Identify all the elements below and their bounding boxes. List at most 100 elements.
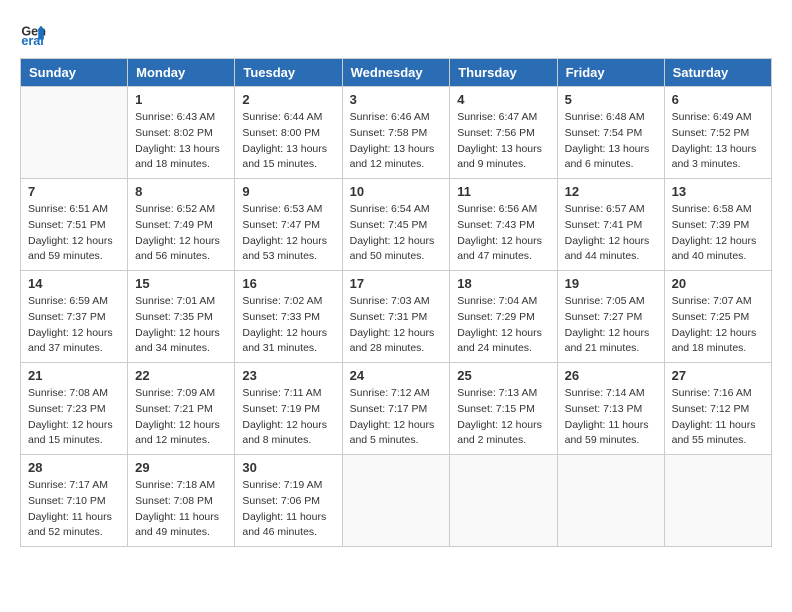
calendar-cell	[21, 87, 128, 179]
calendar-cell: 16Sunrise: 7:02 AM Sunset: 7:33 PM Dayli…	[235, 271, 342, 363]
calendar-cell: 23 Sunrise: 7:11 AM Sunset: 7:19 PM Dayli…	[235, 363, 342, 455]
calendar-cell: 10Sunrise: 6:54 AM Sunset: 7:45 PM Dayli…	[342, 179, 450, 271]
day-info: Sunrise: 7:14 AM Sunset: 7:13 PM Dayligh…	[565, 386, 657, 449]
calendar-week-row: 21 Sunrise: 7:08 AM Sunset: 7:23 PM Dayli…	[21, 363, 772, 455]
day-info: Sunrise: 6:53 AM Sunset: 7:47 PM Dayligh…	[242, 202, 334, 265]
calendar-cell: 20Sunrise: 7:07 AM Sunset: 7:25 PM Dayli…	[664, 271, 771, 363]
calendar-cell: 22 Sunrise: 7:09 AM Sunset: 7:21 PM Dayli…	[128, 363, 235, 455]
calendar-cell: 2 Sunrise: 6:44 AM Sunset: 8:00 PM Daylig…	[235, 87, 342, 179]
calendar-cell: 29 Sunrise: 7:18 AM Sunset: 7:08 PM Dayli…	[128, 455, 235, 547]
day-info: Sunrise: 7:03 AM Sunset: 7:31 PM Dayligh…	[350, 294, 443, 357]
day-number: 17	[350, 276, 443, 291]
day-number: 20	[672, 276, 764, 291]
day-info: Sunrise: 6:51 AM Sunset: 7:51 PM Dayligh…	[28, 202, 120, 265]
column-header-friday: Friday	[557, 59, 664, 87]
day-number: 5	[565, 92, 657, 107]
day-number: 12	[565, 184, 657, 199]
calendar-week-row: 14 Sunrise: 6:59 AM Sunset: 7:37 PM Dayli…	[21, 271, 772, 363]
logo-icon: Gen eral	[20, 20, 48, 48]
calendar-cell: 9 Sunrise: 6:53 AM Sunset: 7:47 PM Daylig…	[235, 179, 342, 271]
calendar-cell: 5 Sunrise: 6:48 AM Sunset: 7:54 PM Daylig…	[557, 87, 664, 179]
day-info: Sunrise: 6:57 AM Sunset: 7:41 PM Dayligh…	[565, 202, 657, 265]
calendar-cell: 12 Sunrise: 6:57 AM Sunset: 7:41 PM Dayli…	[557, 179, 664, 271]
day-number: 2	[242, 92, 334, 107]
day-info: Sunrise: 7:09 AM Sunset: 7:21 PM Dayligh…	[135, 386, 227, 449]
day-number: 3	[350, 92, 443, 107]
calendar-cell: 6 Sunrise: 6:49 AM Sunset: 7:52 PM Daylig…	[664, 87, 771, 179]
day-number: 27	[672, 368, 764, 383]
day-number: 28	[28, 460, 120, 475]
calendar-cell: 4Sunrise: 6:47 AM Sunset: 7:56 PM Daylig…	[450, 87, 557, 179]
calendar-cell: 30Sunrise: 7:19 AM Sunset: 7:06 PM Dayli…	[235, 455, 342, 547]
calendar-cell: 26Sunrise: 7:14 AM Sunset: 7:13 PM Dayli…	[557, 363, 664, 455]
day-number: 24	[350, 368, 443, 383]
day-info: Sunrise: 7:08 AM Sunset: 7:23 PM Dayligh…	[28, 386, 120, 449]
calendar-week-row: 7 Sunrise: 6:51 AM Sunset: 7:51 PM Daylig…	[21, 179, 772, 271]
day-info: Sunrise: 7:19 AM Sunset: 7:06 PM Dayligh…	[242, 478, 334, 541]
day-info: Sunrise: 7:13 AM Sunset: 7:15 PM Dayligh…	[457, 386, 549, 449]
calendar-cell: 28 Sunrise: 7:17 AM Sunset: 7:10 PM Dayli…	[21, 455, 128, 547]
calendar-cell: 17 Sunrise: 7:03 AM Sunset: 7:31 PM Dayli…	[342, 271, 450, 363]
day-info: Sunrise: 6:47 AM Sunset: 7:56 PM Dayligh…	[457, 110, 549, 173]
calendar-cell: 24 Sunrise: 7:12 AM Sunset: 7:17 PM Dayli…	[342, 363, 450, 455]
day-number: 23	[242, 368, 334, 383]
day-number: 7	[28, 184, 120, 199]
day-info: Sunrise: 7:11 AM Sunset: 7:19 PM Dayligh…	[242, 386, 334, 449]
day-info: Sunrise: 7:18 AM Sunset: 7:08 PM Dayligh…	[135, 478, 227, 541]
column-header-thursday: Thursday	[450, 59, 557, 87]
calendar-week-row: 1Sunrise: 6:43 AM Sunset: 8:02 PM Daylig…	[21, 87, 772, 179]
day-info: Sunrise: 6:49 AM Sunset: 7:52 PM Dayligh…	[672, 110, 764, 173]
day-info: Sunrise: 7:04 AM Sunset: 7:29 PM Dayligh…	[457, 294, 549, 357]
day-number: 25	[457, 368, 549, 383]
day-info: Sunrise: 6:48 AM Sunset: 7:54 PM Dayligh…	[565, 110, 657, 173]
calendar-cell	[664, 455, 771, 547]
calendar-cell	[342, 455, 450, 547]
calendar-cell	[557, 455, 664, 547]
calendar-table: SundayMondayTuesdayWednesdayThursdayFrid…	[20, 58, 772, 547]
calendar-header-row: SundayMondayTuesdayWednesdayThursdayFrid…	[21, 59, 772, 87]
day-info: Sunrise: 7:16 AM Sunset: 7:12 PM Dayligh…	[672, 386, 764, 449]
logo: Gen eral	[20, 20, 52, 48]
day-number: 6	[672, 92, 764, 107]
calendar-cell: 13 Sunrise: 6:58 AM Sunset: 7:39 PM Dayli…	[664, 179, 771, 271]
calendar-cell: 1Sunrise: 6:43 AM Sunset: 8:02 PM Daylig…	[128, 87, 235, 179]
day-number: 29	[135, 460, 227, 475]
column-header-sunday: Sunday	[21, 59, 128, 87]
calendar-cell	[450, 455, 557, 547]
day-info: Sunrise: 6:46 AM Sunset: 7:58 PM Dayligh…	[350, 110, 443, 173]
day-info: Sunrise: 7:05 AM Sunset: 7:27 PM Dayligh…	[565, 294, 657, 357]
calendar-week-row: 28 Sunrise: 7:17 AM Sunset: 7:10 PM Dayli…	[21, 455, 772, 547]
calendar-cell: 11Sunrise: 6:56 AM Sunset: 7:43 PM Dayli…	[450, 179, 557, 271]
calendar-cell: 3 Sunrise: 6:46 AM Sunset: 7:58 PM Daylig…	[342, 87, 450, 179]
calendar-cell: 21 Sunrise: 7:08 AM Sunset: 7:23 PM Dayli…	[21, 363, 128, 455]
day-number: 9	[242, 184, 334, 199]
day-info: Sunrise: 6:58 AM Sunset: 7:39 PM Dayligh…	[672, 202, 764, 265]
day-number: 13	[672, 184, 764, 199]
day-number: 18	[457, 276, 549, 291]
calendar-cell: 18 Sunrise: 7:04 AM Sunset: 7:29 PM Dayli…	[450, 271, 557, 363]
column-header-monday: Monday	[128, 59, 235, 87]
calendar-cell: 15 Sunrise: 7:01 AM Sunset: 7:35 PM Dayli…	[128, 271, 235, 363]
day-number: 19	[565, 276, 657, 291]
day-info: Sunrise: 6:56 AM Sunset: 7:43 PM Dayligh…	[457, 202, 549, 265]
day-number: 14	[28, 276, 120, 291]
day-info: Sunrise: 6:52 AM Sunset: 7:49 PM Dayligh…	[135, 202, 227, 265]
calendar-cell: 25 Sunrise: 7:13 AM Sunset: 7:15 PM Dayli…	[450, 363, 557, 455]
day-info: Sunrise: 6:44 AM Sunset: 8:00 PM Dayligh…	[242, 110, 334, 173]
calendar-cell: 27 Sunrise: 7:16 AM Sunset: 7:12 PM Dayli…	[664, 363, 771, 455]
day-info: Sunrise: 7:12 AM Sunset: 7:17 PM Dayligh…	[350, 386, 443, 449]
column-header-saturday: Saturday	[664, 59, 771, 87]
column-header-wednesday: Wednesday	[342, 59, 450, 87]
day-number: 1	[135, 92, 227, 107]
day-info: Sunrise: 7:17 AM Sunset: 7:10 PM Dayligh…	[28, 478, 120, 541]
day-number: 21	[28, 368, 120, 383]
calendar-cell: 14 Sunrise: 6:59 AM Sunset: 7:37 PM Dayli…	[21, 271, 128, 363]
day-info: Sunrise: 7:01 AM Sunset: 7:35 PM Dayligh…	[135, 294, 227, 357]
day-number: 22	[135, 368, 227, 383]
column-header-tuesday: Tuesday	[235, 59, 342, 87]
day-number: 10	[350, 184, 443, 199]
calendar-cell: 7 Sunrise: 6:51 AM Sunset: 7:51 PM Daylig…	[21, 179, 128, 271]
day-info: Sunrise: 6:59 AM Sunset: 7:37 PM Dayligh…	[28, 294, 120, 357]
day-number: 15	[135, 276, 227, 291]
day-number: 16	[242, 276, 334, 291]
